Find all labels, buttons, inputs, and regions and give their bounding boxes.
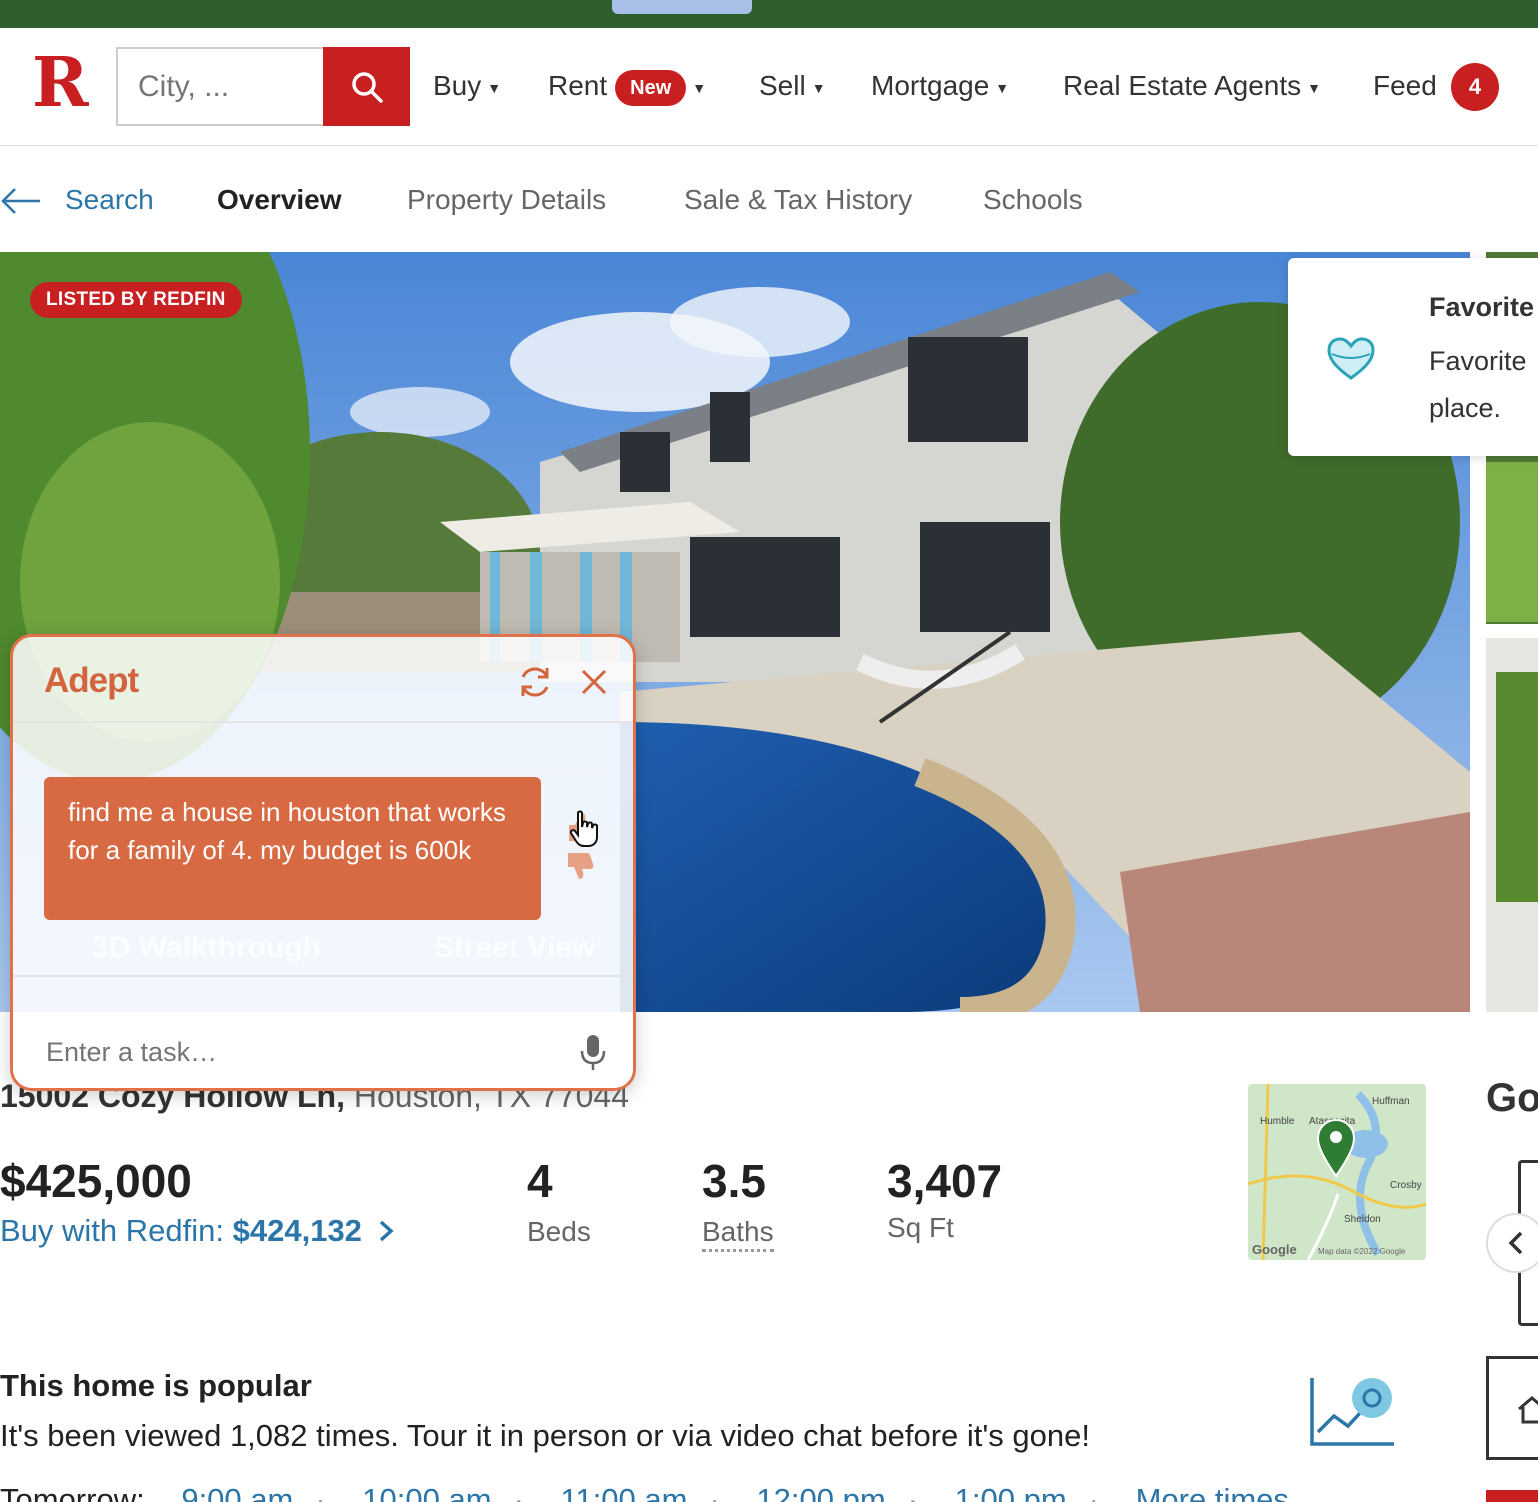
nav-rent[interactable]: Rent New ▼ (548, 66, 706, 108)
feed-count-badge: 4 (1451, 63, 1499, 111)
tab-sale-tax-history[interactable]: Sale & Tax History (684, 184, 912, 216)
carousel-prev-button[interactable] (1486, 1213, 1538, 1273)
user-task-message: find me a house in houston that works fo… (44, 777, 541, 920)
adept-assistant-panel: Adept find me a house in houston that wo… (10, 634, 636, 1091)
tab-schools[interactable]: Schools (983, 184, 1083, 216)
map-label-humble: Humble (1260, 1116, 1295, 1127)
baths-value: 3.5 (702, 1155, 766, 1207)
search-input[interactable] (116, 47, 324, 126)
thumbs-down-icon[interactable] (564, 849, 594, 883)
nav-sell[interactable]: Sell ▼ (759, 66, 826, 108)
baths-label[interactable]: Baths (702, 1216, 774, 1252)
chevron-down-icon: ▼ (487, 79, 502, 96)
arrow-left-icon (1, 188, 40, 214)
chevron-down-icon: ▼ (1307, 79, 1322, 96)
heart-icon[interactable] (1326, 336, 1376, 382)
close-icon[interactable] (579, 667, 609, 697)
sqft-value: 3,407 (887, 1155, 1003, 1207)
favorite-title: Favorite (1429, 292, 1535, 322)
task-input[interactable] (13, 1013, 633, 1088)
tour-time-option[interactable]: 10:00 am (362, 1482, 491, 1502)
side-red-accent (1486, 1490, 1538, 1502)
adept-title: Adept (44, 661, 139, 700)
listed-by-redfin-badge: LISTED BY REDFIN (30, 282, 242, 318)
panel-divider (13, 721, 633, 723)
map-data-credit: Map data ©2022 Google (1318, 1247, 1406, 1256)
tab-property-details[interactable]: Property Details (407, 184, 606, 216)
chevron-left-icon (1508, 1231, 1523, 1255)
browser-top-bar (0, 0, 1538, 28)
separator-dot: · (1088, 1482, 1099, 1502)
nav-buy[interactable]: Buy ▼ (433, 66, 501, 108)
browser-tab-indicator[interactable] (612, 0, 752, 14)
separator-dot: · (513, 1482, 524, 1502)
refresh-icon[interactable] (516, 663, 554, 701)
nav-buy-label: Buy (433, 70, 482, 101)
search-icon (351, 71, 383, 103)
panel-divider (13, 975, 633, 977)
nav-rent-label: Rent (548, 70, 608, 101)
tour-day-label: Tomorrow: (0, 1482, 145, 1502)
ghost-3d-walkthrough: 3D Walkthrough (92, 931, 321, 964)
separator-dot: · (907, 1482, 919, 1502)
popular-description: It's been viewed 1,082 times. Tour it in… (0, 1418, 1090, 1453)
microphone-icon[interactable] (579, 1033, 607, 1073)
beds-label: Beds (527, 1216, 591, 1247)
nav-mortgage-label: Mortgage (871, 70, 990, 101)
favorite-description: Favorite place. (1429, 346, 1527, 423)
site-header: R Buy ▼ RentNew ▼ Sell ▼ Mortgage ▼ Real Est… (0, 28, 1538, 146)
tour-time-option[interactable]: 1:00 pm (955, 1482, 1067, 1502)
map-label-crosby: Crosby (1390, 1180, 1422, 1191)
buy-with-price: $424,132 (232, 1213, 362, 1248)
buy-with-redfin-link[interactable]: Buy with Redfin: $424,132 (0, 1213, 395, 1249)
side-card-home[interactable] (1486, 1356, 1538, 1460)
cursor-hand-icon (569, 810, 598, 847)
tour-time-option[interactable]: 9:00 am (181, 1482, 293, 1502)
buy-with-label: Buy with Redfin: (0, 1213, 224, 1248)
listing-subnav: Search Overview Property Details Sale & … (0, 148, 1538, 252)
tour-times-row: Tomorrow: 9:00 am · 10:00 am · 11:00 am · 1… (0, 1482, 1289, 1502)
more-times-link[interactable]: More times (1136, 1482, 1289, 1502)
tab-overview[interactable]: Overview (217, 184, 342, 216)
popular-title: This home is popular (0, 1368, 312, 1403)
chevron-down-icon: ▼ (811, 79, 826, 96)
tour-time-option[interactable]: 12:00 pm (756, 1482, 885, 1502)
baths-label-text: Baths (702, 1216, 774, 1252)
chevron-right-icon (379, 1220, 394, 1242)
chevron-down-icon: ▼ (692, 79, 707, 96)
trend-chart-icon (1310, 1378, 1394, 1446)
tour-time-option[interactable]: 11:00 am (561, 1482, 688, 1502)
new-badge: New (615, 69, 687, 106)
back-label: Search (65, 184, 154, 215)
side-heading-partial: Go (1486, 1076, 1538, 1120)
sqft-label: Sq Ft (887, 1212, 954, 1243)
map-label-sheldon: Sheldon (1344, 1214, 1381, 1225)
separator-dot: · (709, 1482, 720, 1502)
nav-feed-label: Feed (1373, 70, 1437, 101)
nav-sell-label: Sell (759, 70, 806, 101)
home-icon (1518, 1396, 1538, 1424)
map-thumbnail[interactable]: Huffman Humble Atascocita Crosby Sheldon… (1248, 1084, 1426, 1260)
map-label-huffman: Huffman (1372, 1096, 1410, 1107)
search-button[interactable] (323, 47, 410, 126)
ghost-street-view: Street View (434, 931, 596, 964)
nav-agents-label: Real Estate Agents (1063, 70, 1302, 101)
nav-agents[interactable]: Real Estate Agents ▼ (1063, 66, 1321, 108)
nav-mortgage[interactable]: Mortgage ▼ (871, 66, 1009, 108)
ghost-action-row: 3D Walkthrough Street View (44, 931, 624, 975)
separator-dot: · (315, 1482, 326, 1502)
chevron-down-icon: ▼ (995, 79, 1010, 96)
nav-feed[interactable]: Feed (1373, 66, 1437, 106)
favorite-tooltip: Favorite Favorite place. (1288, 258, 1538, 456)
map-attribution: Google (1252, 1242, 1297, 1257)
listing-price: $425,000 (0, 1155, 192, 1207)
redfin-logo[interactable]: R (32, 48, 89, 118)
beds-value: 4 (527, 1155, 553, 1207)
